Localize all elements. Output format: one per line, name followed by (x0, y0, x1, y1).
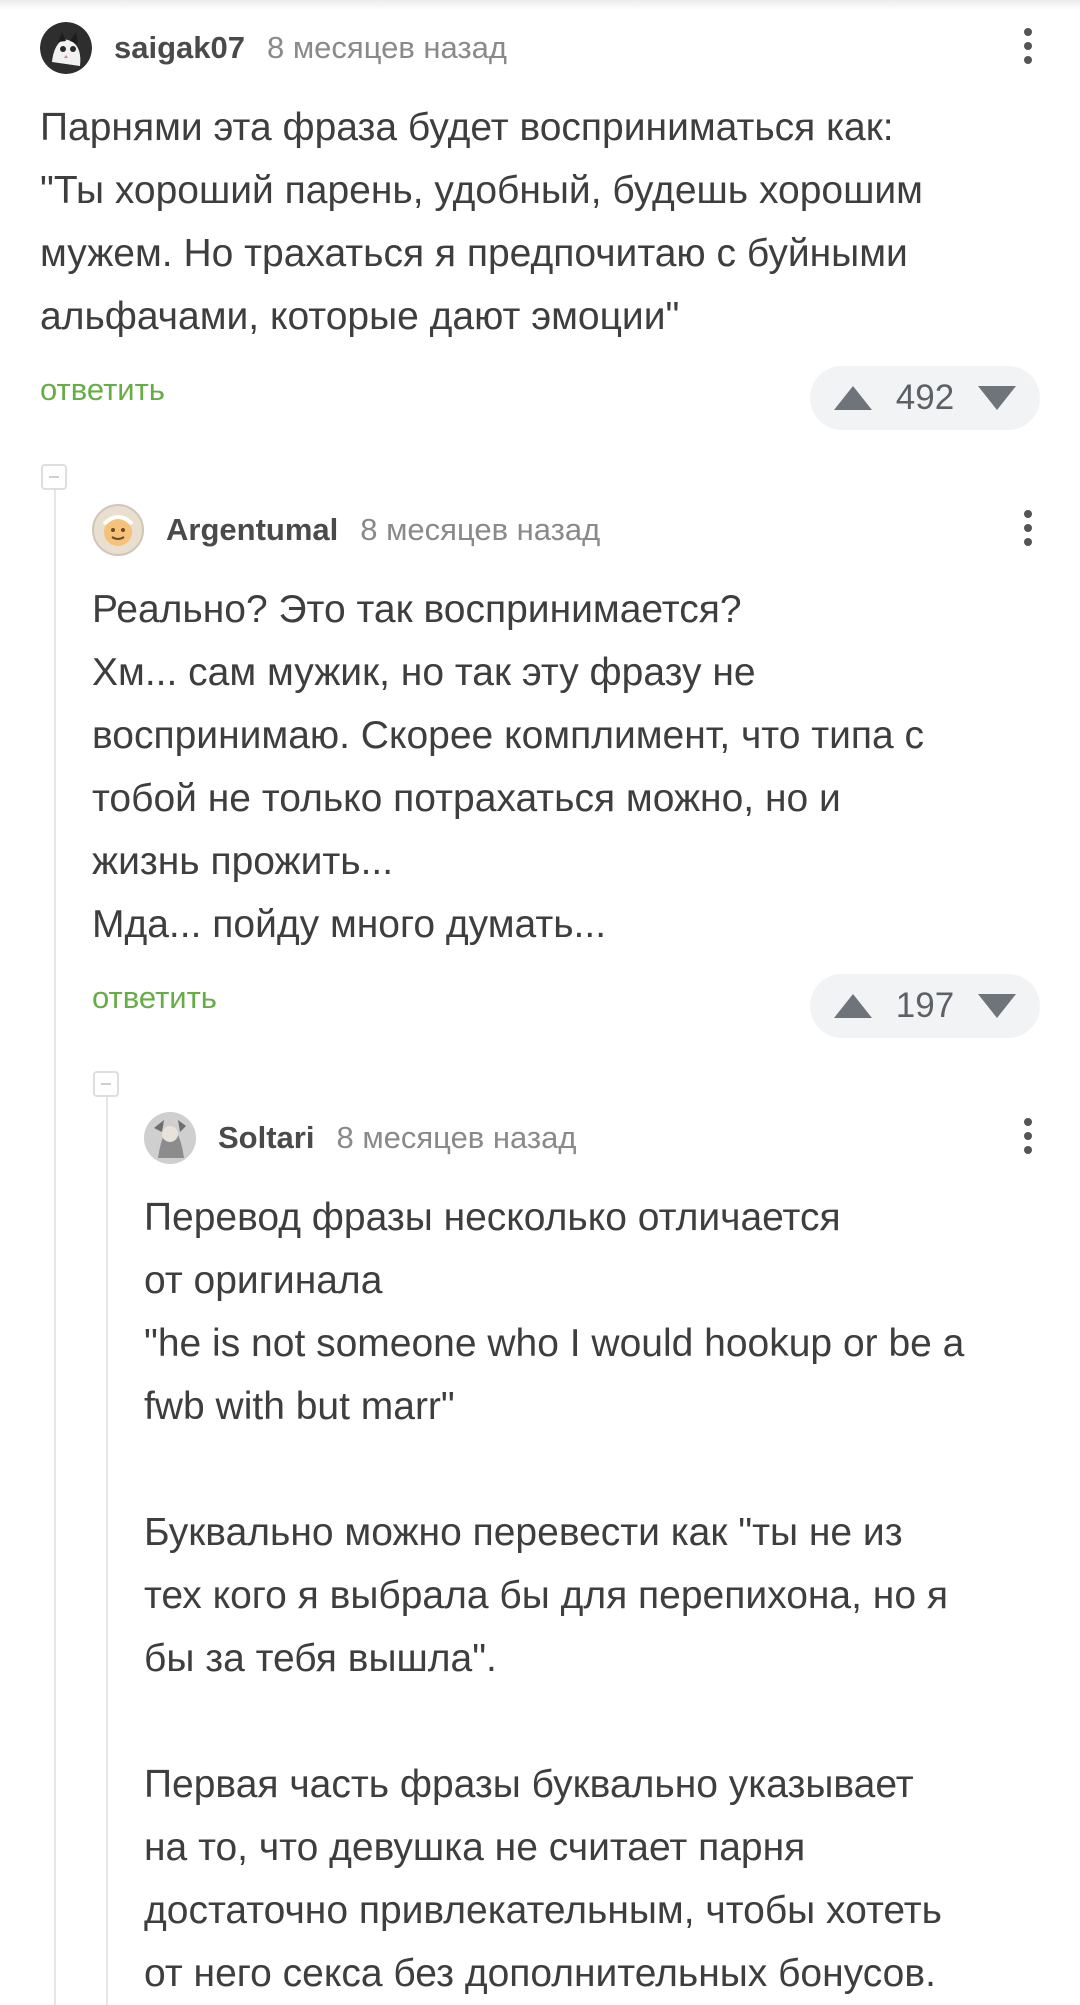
timestamp: 8 месяцев назад (336, 1120, 577, 1155)
username[interactable]: Argentumal (166, 512, 338, 548)
avatar[interactable] (92, 504, 144, 556)
username[interactable]: saigak07 (114, 30, 245, 66)
downvote-icon[interactable] (978, 386, 1016, 410)
collapse-thread-button[interactable] (41, 464, 67, 490)
comment-header: Soltari 8 месяцев назад (144, 1110, 576, 1166)
vote-box: 492 (810, 366, 1040, 430)
username[interactable]: Soltari (218, 1120, 314, 1156)
timestamp: 8 месяцев назад (360, 512, 601, 547)
avatar[interactable] (144, 1112, 196, 1164)
comment-header: saigak07 8 месяцев назад (40, 20, 507, 76)
vote-score: 197 (895, 986, 955, 1025)
vote-box: 197 (810, 974, 1040, 1038)
comment-header: Argentumal 8 месяцев назад (92, 502, 600, 558)
comment: Argentumal 8 месяцев назад Реально? Это … (92, 502, 1040, 1047)
upvote-icon[interactable] (834, 994, 872, 1018)
comment-text: Парнями эта фраза будет восприниматься к… (40, 106, 923, 338)
vote-score: 492 (895, 378, 955, 417)
upvote-icon[interactable] (834, 386, 872, 410)
top-shadow (0, 0, 1080, 10)
comment: saigak07 8 месяцев назад Парнями эта фра… (40, 20, 1040, 440)
downvote-icon[interactable] (978, 994, 1016, 1018)
comment: Soltari 8 месяцев назад Перевод фразы не… (144, 1110, 1040, 2005)
more-vertical-icon[interactable] (1016, 1112, 1040, 1164)
comment-text: Реально? Это так воспринимается? Хм... с… (92, 588, 925, 946)
thread-line (106, 1097, 108, 2005)
reply-button[interactable]: ответить (40, 372, 165, 408)
avatar[interactable] (40, 22, 92, 74)
more-vertical-icon[interactable] (1016, 22, 1040, 74)
timestamp: 8 месяцев назад (267, 30, 507, 65)
collapse-thread-button[interactable] (93, 1071, 119, 1097)
more-vertical-icon[interactable] (1016, 504, 1040, 556)
comment-text: Перевод фразы несколько отличается от ор… (144, 1196, 965, 1995)
thread-line (54, 490, 56, 2005)
reply-button[interactable]: ответить (92, 980, 217, 1016)
